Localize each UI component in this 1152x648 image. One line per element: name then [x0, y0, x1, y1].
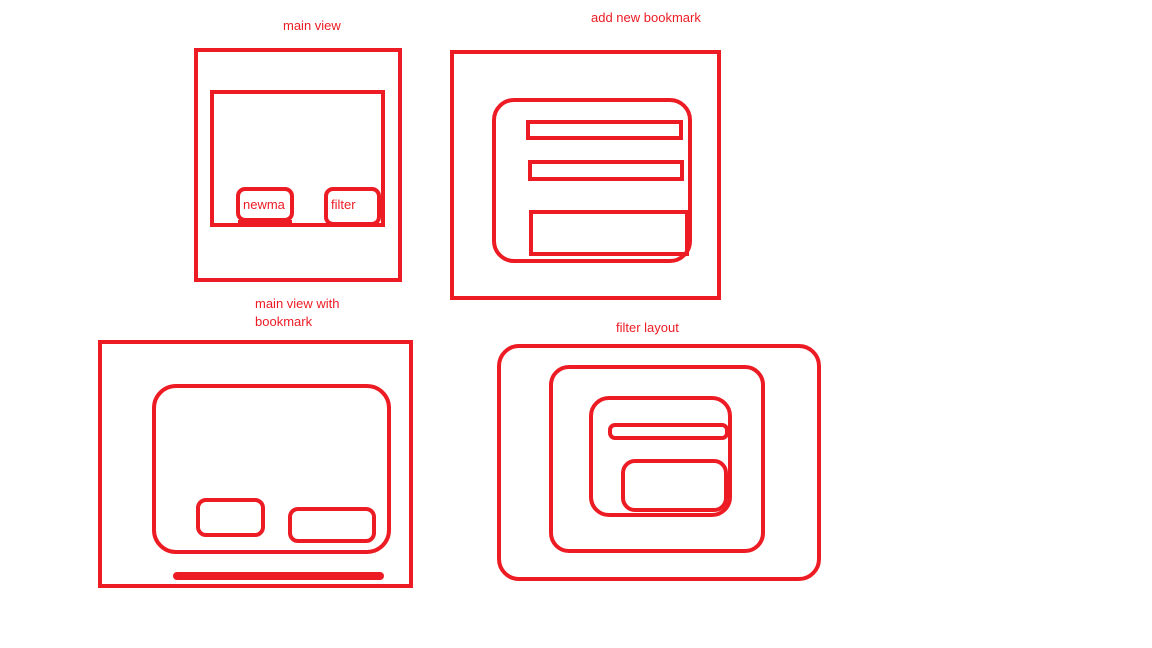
filter-layout-result-area	[621, 459, 728, 512]
add-bookmark-submit-area	[529, 210, 689, 256]
bookmark-view-panel	[152, 384, 391, 554]
bookmark-view-filter-button	[288, 507, 376, 543]
add-new-bookmark-sketch: add new bookmark	[450, 10, 721, 300]
main-view-frame	[194, 48, 402, 282]
main-view-with-bookmark-sketch: main view with bookmark	[98, 296, 413, 588]
add-bookmark-field-1	[526, 120, 683, 140]
filter-layout-dialog	[589, 396, 732, 517]
main-view-bookmark-title-line2: bookmark	[255, 314, 313, 329]
filter-layout-sketch: filter layout	[497, 320, 821, 581]
add-bookmark-field-2	[528, 160, 684, 181]
filter-layout-title: filter layout	[616, 320, 679, 335]
main-view-filter-button-label: filter	[331, 197, 356, 212]
main-view-new-button-label: newma	[243, 197, 286, 212]
main-view-title: main view	[283, 18, 341, 33]
add-new-bookmark-title: add new bookmark	[591, 10, 701, 25]
bookmark-view-new-button	[196, 498, 265, 537]
wireframe-canvas: main view newma filter add new bookmark …	[98, 10, 821, 588]
filter-layout-field	[608, 423, 729, 440]
main-view-bookmark-title-line1: main view with	[255, 296, 340, 311]
bookmark-view-frame	[98, 340, 413, 588]
main-view-sketch: main view newma filter	[194, 18, 402, 282]
